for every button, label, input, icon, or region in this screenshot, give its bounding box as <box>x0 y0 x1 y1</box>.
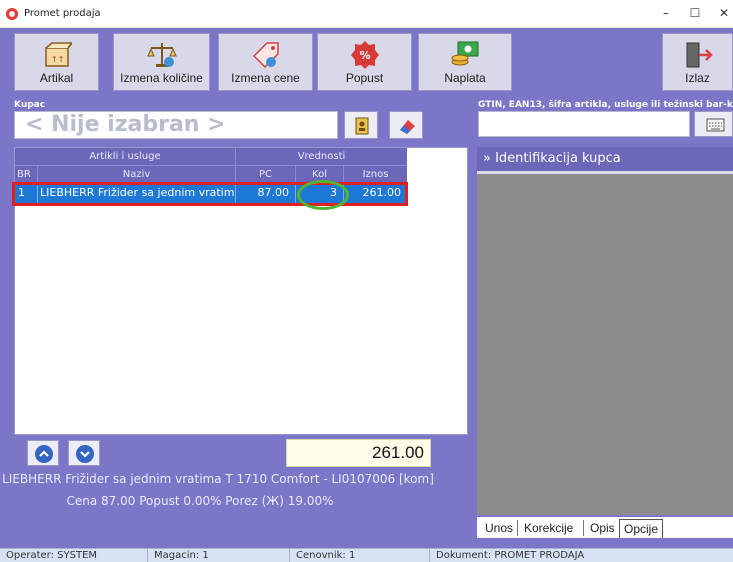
keyboard-icon <box>706 118 725 132</box>
exit-door-icon <box>686 42 713 68</box>
toolbar: ↑↑ Artikal Izmena količine Izmena cene %… <box>0 28 733 94</box>
izlaz-button[interactable]: Izlaz <box>662 33 733 91</box>
customer-identification-header[interactable]: » Identifikacija kupca <box>477 147 733 171</box>
title-bar: Promet prodaja – ☐ ✕ <box>0 0 733 28</box>
item-description: LIEBHERR Frižider sa jednim vratima T 17… <box>2 472 434 486</box>
minimize-button[interactable]: – <box>653 2 679 24</box>
select-customer-button[interactable] <box>344 111 378 139</box>
cell-kol: 3 <box>295 183 341 203</box>
naplata-button[interactable]: Naplata <box>418 33 512 91</box>
column-header-iznos[interactable]: Iznos <box>343 165 407 182</box>
izmena-cene-button[interactable]: Izmena cene <box>218 33 313 91</box>
svg-text:%: % <box>359 49 370 62</box>
status-magacin: Magacin: 1 <box>148 549 290 562</box>
svg-text:↑↑: ↑↑ <box>51 55 64 64</box>
cell-br: 1 <box>18 186 25 199</box>
status-operator: Operater: SYSTEM <box>0 549 148 562</box>
discount-icon: % <box>350 41 379 69</box>
izmena-kolicine-button[interactable]: Izmena količine <box>113 33 210 91</box>
bottom-tabs: Unos Korekcije Opis Opcije <box>477 517 733 538</box>
table-row[interactable]: 1 LIEBHERR Frižider sa jednim vratima T … <box>15 183 407 203</box>
contact-book-icon <box>355 117 369 135</box>
status-bar: Operater: SYSTEM Magacin: 1 Cenovnik: 1 … <box>0 548 733 562</box>
column-header-kol[interactable]: Kol <box>295 165 343 182</box>
cell-iznos: 261.00 <box>343 183 407 203</box>
close-button[interactable]: ✕ <box>711 2 733 24</box>
column-header-naziv[interactable]: Naziv <box>37 165 235 182</box>
payment-icon <box>451 41 479 66</box>
scale-icon <box>146 43 177 67</box>
cell-pc: 87.00 <box>235 183 293 203</box>
eraser-icon <box>400 120 415 134</box>
customer-field[interactable]: < Nije izabran > <box>14 111 338 139</box>
column-header-br[interactable]: BR <box>15 165 37 182</box>
izmena-kolicine-label: Izmena količine <box>120 71 203 85</box>
group-header-values: Vrednosti <box>235 148 407 165</box>
tab-opis[interactable]: Opis <box>586 519 619 538</box>
naplata-label: Naplata <box>444 71 486 85</box>
tab-unos[interactable]: Unos <box>481 519 517 538</box>
keyboard-button[interactable] <box>694 111 733 137</box>
cell-naziv: LIEBHERR Frižider sa jednim vratima T <box>37 183 234 203</box>
clear-customer-button[interactable] <box>389 111 423 139</box>
tab-separator <box>517 520 518 536</box>
customer-identification-panel <box>477 171 733 515</box>
group-header-items: Artikli i usluge <box>15 148 235 165</box>
box-icon: ↑↑ <box>44 42 72 67</box>
popust-label: Popust <box>345 71 384 85</box>
items-grid[interactable]: Artikli i usluge Vrednosti BR Naziv PC K… <box>14 147 468 435</box>
izmena-cene-label: Izmena cene <box>231 71 300 85</box>
popust-button[interactable]: % Popust <box>317 33 412 91</box>
tab-korekcije[interactable]: Korekcije <box>520 519 577 538</box>
artikal-button[interactable]: ↑↑ Artikal <box>14 33 99 91</box>
item-price-info: Cena 87.00 Popust 0.00% Porez (Ж) 19.00% <box>66 494 334 508</box>
price-tag-icon <box>252 42 279 69</box>
chevron-down-icon <box>76 445 94 463</box>
maximize-button[interactable]: ☐ <box>682 2 708 24</box>
izlaz-label: Izlaz <box>685 71 710 85</box>
total-amount: 261.00 <box>286 439 431 467</box>
column-header-pc[interactable]: PC <box>235 165 295 182</box>
status-dokument: Dokument: PROMET PRODAJA <box>436 550 585 561</box>
artikal-label: Artikal <box>39 71 74 85</box>
move-down-button[interactable] <box>68 440 100 466</box>
app-icon <box>6 8 18 20</box>
tab-opcije[interactable]: Opcije <box>619 519 664 538</box>
gtin-label: GTIN, EAN13, šifra artikla, usluge ili t… <box>478 100 733 110</box>
chevron-up-icon <box>35 445 53 463</box>
tab-separator <box>583 520 584 536</box>
status-cenovnik: Cenovnik: 1 <box>290 549 430 562</box>
move-up-button[interactable] <box>27 440 59 466</box>
gtin-input[interactable] <box>478 111 690 137</box>
window-title: Promet prodaja <box>24 8 101 19</box>
customer-label: Kupac <box>14 100 46 110</box>
